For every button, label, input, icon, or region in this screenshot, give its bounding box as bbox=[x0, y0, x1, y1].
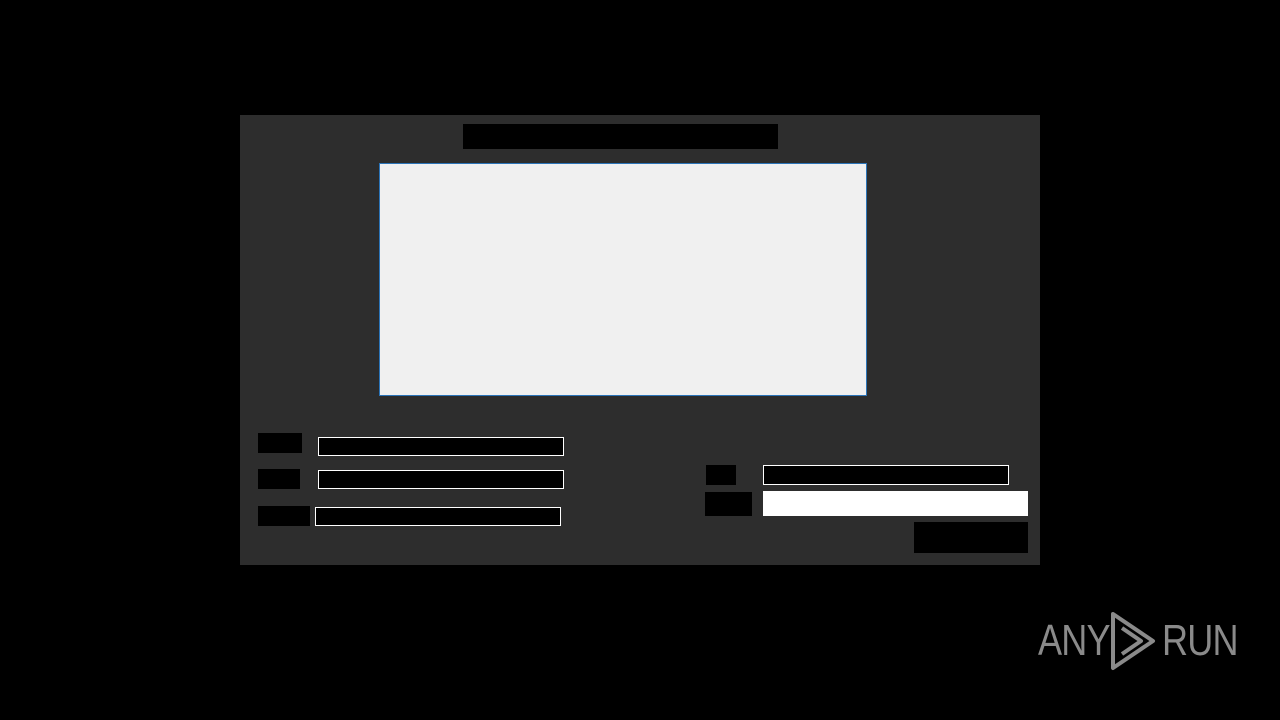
action-button[interactable] bbox=[914, 522, 1028, 553]
field-label-2 bbox=[258, 469, 300, 489]
field-label-3 bbox=[258, 506, 310, 526]
play-triangle-logo-icon bbox=[1108, 610, 1158, 672]
watermark: ANY RUN bbox=[1038, 608, 1239, 674]
text-input-4[interactable] bbox=[763, 465, 1009, 485]
field-label-4 bbox=[706, 465, 736, 485]
dialog-window bbox=[240, 115, 1040, 565]
preview-area[interactable] bbox=[379, 163, 867, 396]
text-input-5[interactable] bbox=[763, 491, 1028, 516]
text-input-3[interactable] bbox=[315, 507, 561, 526]
watermark-text-right: RUN bbox=[1162, 616, 1239, 665]
text-input-1[interactable] bbox=[318, 437, 564, 456]
dialog-title bbox=[463, 124, 778, 149]
field-label-1 bbox=[258, 433, 302, 453]
watermark-text-left: ANY bbox=[1038, 616, 1111, 665]
text-input-2[interactable] bbox=[318, 470, 564, 489]
field-label-5 bbox=[705, 492, 752, 516]
screen: ANY RUN bbox=[0, 0, 1280, 720]
